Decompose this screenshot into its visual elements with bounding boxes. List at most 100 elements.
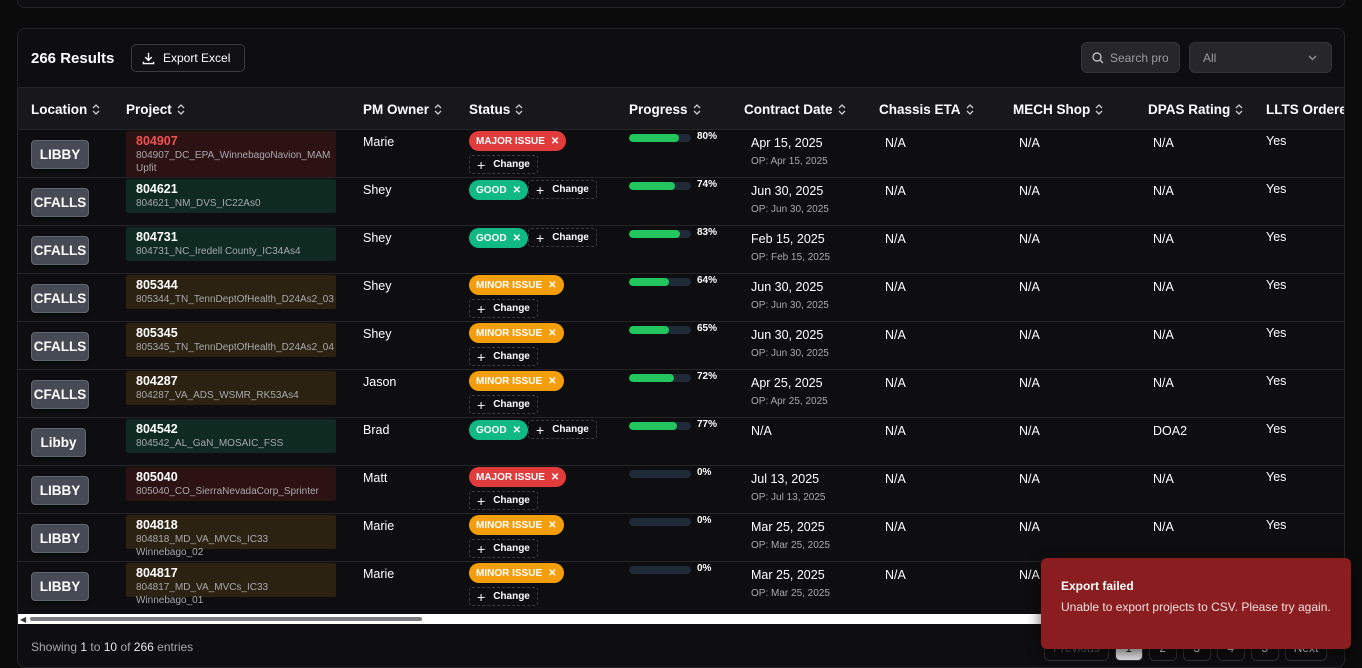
- column-header-location[interactable]: Location: [31, 102, 100, 117]
- pm-owner: Shey: [363, 231, 392, 245]
- project-cell[interactable]: 804287 804287_VA_ADS_WSMR_RK53As4: [126, 371, 336, 405]
- remove-status-icon[interactable]: ✕: [513, 233, 521, 244]
- remove-status-icon[interactable]: ✕: [548, 520, 556, 531]
- sort-icon[interactable]: [1095, 104, 1103, 115]
- progress-bar: [629, 134, 691, 142]
- location-button[interactable]: LIBBY: [31, 140, 89, 169]
- table-row[interactable]: LIBBY 804907 804907_DC_EPA_WinnebagoNavi…: [18, 129, 1344, 177]
- status-badge[interactable]: MAJOR ISSUE ✕: [469, 131, 567, 151]
- column-header-project[interactable]: Project: [126, 102, 185, 117]
- column-header-chassis-eta[interactable]: Chassis ETA: [879, 102, 974, 117]
- table-row[interactable]: CFALLS 805344 805344_TN_TennDeptOfHealth…: [18, 273, 1344, 321]
- location-button[interactable]: CFALLS: [31, 236, 89, 265]
- error-toast[interactable]: Export failed Unable to export projects …: [1041, 558, 1351, 649]
- export-excel-button[interactable]: Export Excel: [131, 44, 245, 72]
- project-cell[interactable]: 804621 804621_NM_DVS_IC22As0: [126, 179, 336, 213]
- table-row[interactable]: CFALLS 804731 804731_NC_Iredell County_I…: [18, 225, 1344, 273]
- change-status-button[interactable]: + Change: [469, 587, 538, 606]
- column-header-dpas-rating[interactable]: DPAS Rating: [1148, 102, 1243, 117]
- status-badge[interactable]: MINOR ISSUE ✕: [469, 275, 564, 295]
- status-badge[interactable]: GOOD ✕: [469, 180, 528, 200]
- sort-icon[interactable]: [177, 104, 185, 115]
- change-status-button[interactable]: + Change: [528, 228, 597, 247]
- remove-status-icon[interactable]: ✕: [548, 328, 556, 339]
- op-date: OP: Mar 25, 2025: [751, 540, 830, 551]
- project-cell[interactable]: 805345 805345_TN_TennDeptOfHealth_D24As2…: [126, 323, 336, 357]
- column-header-progress[interactable]: Progress: [629, 102, 701, 117]
- column-header-contract-date[interactable]: Contract Date: [744, 102, 846, 117]
- project-name: 805040_CO_SierraNevadaCorp_Sprinter: [136, 486, 319, 497]
- column-header-label: Contract Date: [744, 102, 833, 117]
- status-label: MINOR ISSUE: [476, 567, 543, 579]
- location-button[interactable]: CFALLS: [31, 284, 89, 313]
- remove-status-icon[interactable]: ✕: [548, 376, 556, 387]
- change-status-button[interactable]: + Change: [469, 155, 538, 174]
- column-header-pm-owner[interactable]: PM Owner: [363, 102, 442, 117]
- plus-icon: +: [477, 300, 486, 317]
- column-header-label: PM Owner: [363, 102, 430, 117]
- change-status-button[interactable]: + Change: [469, 395, 538, 414]
- remove-status-icon[interactable]: ✕: [513, 425, 521, 436]
- location-button[interactable]: CFALLS: [31, 332, 89, 361]
- contract-date: Mar 25, 2025: [751, 568, 825, 582]
- project-cell[interactable]: 805344 805344_TN_TennDeptOfHealth_D24As2…: [126, 275, 336, 309]
- project-cell[interactable]: 804907 804907_DC_EPA_WinnebagoNavion_MAM…: [126, 131, 336, 177]
- status-badge[interactable]: MINOR ISSUE ✕: [469, 323, 564, 343]
- sort-icon[interactable]: [966, 104, 974, 115]
- sort-icon[interactable]: [434, 104, 442, 115]
- status-badge[interactable]: MAJOR ISSUE ✕: [469, 467, 567, 487]
- project-cell[interactable]: 804818 804818_MD_VA_MVCs_IC33 Winnebago_…: [126, 515, 336, 558]
- table-row[interactable]: CFALLS 805345 805345_TN_TennDeptOfHealth…: [18, 321, 1344, 369]
- location-button[interactable]: CFALLS: [31, 188, 89, 217]
- scroll-left-arrow-icon[interactable]: ◀: [20, 615, 26, 624]
- status-badge[interactable]: MINOR ISSUE ✕: [469, 371, 564, 391]
- mech-shop: N/A: [1019, 424, 1040, 438]
- table-row[interactable]: CFALLS 804287 804287_VA_ADS_WSMR_RK53As4…: [18, 369, 1344, 417]
- status-badge[interactable]: GOOD ✕: [469, 420, 528, 440]
- sort-icon[interactable]: [693, 104, 701, 115]
- project-cell[interactable]: 804731 804731_NC_Iredell County_IC34As4: [126, 227, 336, 261]
- sort-icon[interactable]: [1235, 104, 1243, 115]
- status-badge[interactable]: MINOR ISSUE ✕: [469, 515, 564, 535]
- remove-status-icon[interactable]: ✕: [551, 136, 559, 147]
- sort-icon[interactable]: [92, 104, 100, 115]
- change-status-button[interactable]: + Change: [469, 347, 538, 366]
- change-status-button[interactable]: + Change: [528, 180, 597, 199]
- change-status-button[interactable]: + Change: [469, 539, 538, 558]
- remove-status-icon[interactable]: ✕: [548, 280, 556, 291]
- search-box[interactable]: [1081, 42, 1180, 73]
- table-row[interactable]: LIBBY 804818 804818_MD_VA_MVCs_IC33 Winn…: [18, 513, 1344, 561]
- location-button[interactable]: LIBBY: [31, 572, 89, 601]
- project-cell[interactable]: 804817 804817_MD_VA_MVCs_IC33 Winnebago_…: [126, 563, 336, 606]
- change-status-button[interactable]: + Change: [469, 491, 538, 510]
- project-name: 804817_MD_VA_MVCs_IC33 Winnebago_01: [136, 582, 269, 606]
- sort-icon[interactable]: [515, 104, 523, 115]
- plus-icon: +: [477, 396, 486, 413]
- project-cell[interactable]: 804542 804542_AL_GaN_MOSAIC_FSS: [126, 419, 336, 453]
- location-button[interactable]: CFALLS: [31, 380, 89, 409]
- column-header-status[interactable]: Status: [469, 102, 523, 117]
- remove-status-icon[interactable]: ✕: [548, 568, 556, 579]
- remove-status-icon[interactable]: ✕: [513, 185, 521, 196]
- table-row[interactable]: LIBBY 805040 805040_CO_SierraNevadaCorp_…: [18, 465, 1344, 513]
- search-input[interactable]: [1110, 50, 1168, 65]
- location-button[interactable]: LIBBY: [31, 524, 89, 553]
- status-badge[interactable]: GOOD ✕: [469, 228, 528, 248]
- change-status-button[interactable]: + Change: [469, 299, 538, 318]
- change-status-button[interactable]: + Change: [528, 420, 597, 439]
- location-button[interactable]: Libby: [31, 428, 86, 457]
- filter-select[interactable]: All: [1189, 42, 1332, 73]
- scrollbar-thumb[interactable]: [30, 617, 422, 621]
- pm-owner: Matt: [363, 471, 388, 485]
- column-header-llts-ordered[interactable]: LLTS Ordered: [1266, 102, 1344, 117]
- remove-status-icon[interactable]: ✕: [551, 472, 559, 483]
- pm-owner: Marie: [363, 135, 395, 149]
- table-row[interactable]: Libby 804542 804542_AL_GaN_MOSAIC_FSS Br…: [18, 417, 1344, 465]
- table-row[interactable]: CFALLS 804621 804621_NM_DVS_IC22As0 Shey…: [18, 177, 1344, 225]
- sort-icon[interactable]: [838, 104, 846, 115]
- entries-of-word: of: [117, 640, 134, 654]
- status-badge[interactable]: MINOR ISSUE ✕: [469, 563, 564, 583]
- location-button[interactable]: LIBBY: [31, 476, 89, 505]
- column-header-mech-shop[interactable]: MECH Shop: [1013, 102, 1103, 117]
- project-cell[interactable]: 805040 805040_CO_SierraNevadaCorp_Sprint…: [126, 467, 336, 501]
